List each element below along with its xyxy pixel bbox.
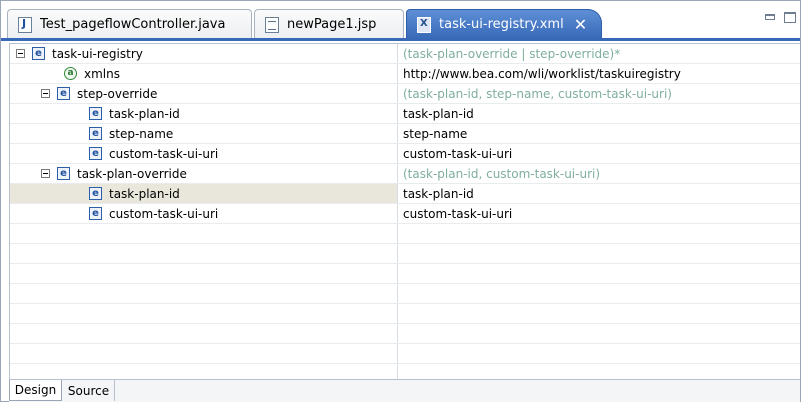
node-name: xmlns	[84, 66, 120, 81]
node-name: task-plan-id	[109, 186, 180, 201]
node-name-cell: e custom-task-ui-uri	[10, 144, 397, 163]
node-name: custom-task-ui-uri	[109, 146, 219, 161]
node-value: task-plan-id	[403, 186, 474, 201]
node-name-cell: e task-plan-id	[10, 104, 397, 123]
element-icon: e	[89, 127, 102, 140]
empty-row	[10, 264, 800, 284]
tree-row[interactable]: e task-plan-id task-plan-id	[10, 104, 800, 124]
collapse-toggle-icon[interactable]	[41, 169, 50, 178]
tree-row[interactable]: e custom-task-ui-uri custom-task-ui-uri	[10, 144, 800, 164]
node-name-cell: e task-ui-registry	[10, 44, 397, 63]
node-value: (task-plan-override | step-override)*	[403, 46, 621, 61]
node-name: task-plan-id	[109, 106, 180, 121]
element-icon: e	[89, 207, 102, 220]
tree-row[interactable]: e task-ui-registry (task-plan-override |…	[10, 44, 800, 64]
element-icon: e	[32, 47, 45, 60]
collapse-toggle-icon[interactable]	[41, 89, 50, 98]
tree-row[interactable]: e task-plan-override (task-plan-id, cust…	[10, 164, 800, 184]
empty-row	[10, 284, 800, 304]
element-icon: e	[57, 167, 70, 180]
empty-row	[10, 344, 800, 364]
attribute-icon: a	[64, 67, 77, 80]
minimize-icon[interactable]	[765, 14, 775, 20]
element-icon: e	[89, 107, 102, 120]
tree-row[interactable]: a xmlns http://www.bea.com/wli/worklist/…	[10, 64, 800, 84]
jsp-file-icon	[265, 16, 279, 33]
element-icon: e	[89, 187, 102, 200]
node-value: custom-task-ui-uri	[403, 146, 513, 161]
node-name: task-plan-override	[77, 166, 187, 181]
node-name: step-override	[77, 86, 158, 101]
tab-label: newPage1.jsp	[287, 17, 377, 32]
tab-design[interactable]: Design	[9, 380, 62, 401]
tab-source[interactable]: Source	[63, 380, 115, 401]
node-name-cell: e step-override	[10, 84, 397, 103]
node-name: step-name	[109, 126, 174, 141]
editor-tab-bar: Test_pageflowController.java newPage1.js…	[1, 1, 801, 39]
node-name-cell: a xmlns	[10, 64, 397, 83]
tree-row-selected[interactable]: e task-plan-id task-plan-id	[10, 184, 800, 204]
maximize-icon[interactable]	[784, 12, 796, 23]
node-name-cell: e custom-task-ui-uri	[10, 204, 397, 223]
xml-tree-table: e task-ui-registry (task-plan-override |…	[9, 43, 800, 379]
tab-test-pageflowcontroller-java[interactable]: Test_pageflowController.java	[7, 9, 252, 39]
node-value: http://www.bea.com/wli/worklist/taskuire…	[403, 66, 681, 81]
empty-row	[10, 224, 800, 244]
element-icon: e	[89, 147, 102, 160]
node-value: (task-plan-id, custom-task-ui-uri)	[403, 166, 601, 181]
close-icon[interactable]: ✕	[574, 16, 587, 33]
xml-editor: Test_pageflowController.java newPage1.js…	[0, 0, 801, 402]
editor-mode-tabs: Design Source	[9, 379, 800, 402]
window-controls	[765, 12, 801, 26]
collapse-toggle-icon[interactable]	[16, 49, 25, 58]
tree-row[interactable]: e step-name step-name	[10, 124, 800, 144]
tree-row[interactable]: e step-override (task-plan-id, step-name…	[10, 84, 800, 104]
tab-newpage1-jsp[interactable]: newPage1.jsp	[254, 9, 404, 39]
tab-label: task-ui-registry.xml	[439, 17, 564, 32]
node-name: task-ui-registry	[52, 46, 143, 61]
active-tab-underline	[1, 38, 800, 41]
empty-row	[10, 324, 800, 344]
node-name-cell: e task-plan-override	[10, 164, 397, 183]
tab-task-ui-registry-xml[interactable]: task-ui-registry.xml ✕	[406, 9, 602, 39]
java-file-icon	[18, 16, 32, 33]
empty-row	[10, 304, 800, 324]
node-name-cell: e task-plan-id	[10, 184, 397, 203]
node-name: custom-task-ui-uri	[109, 206, 219, 221]
element-icon: e	[57, 87, 70, 100]
node-value: (task-plan-id, step-name, custom-task-ui…	[403, 86, 672, 101]
node-value: custom-task-ui-uri	[403, 206, 513, 221]
node-name-cell: e step-name	[10, 124, 397, 143]
empty-row	[10, 244, 800, 264]
empty-row	[10, 364, 800, 379]
node-value: step-name	[403, 126, 468, 141]
tree-row[interactable]: e custom-task-ui-uri custom-task-ui-uri	[10, 204, 800, 224]
xml-file-icon	[417, 16, 431, 33]
node-value: task-plan-id	[403, 106, 474, 121]
tab-label: Test_pageflowController.java	[40, 17, 226, 32]
